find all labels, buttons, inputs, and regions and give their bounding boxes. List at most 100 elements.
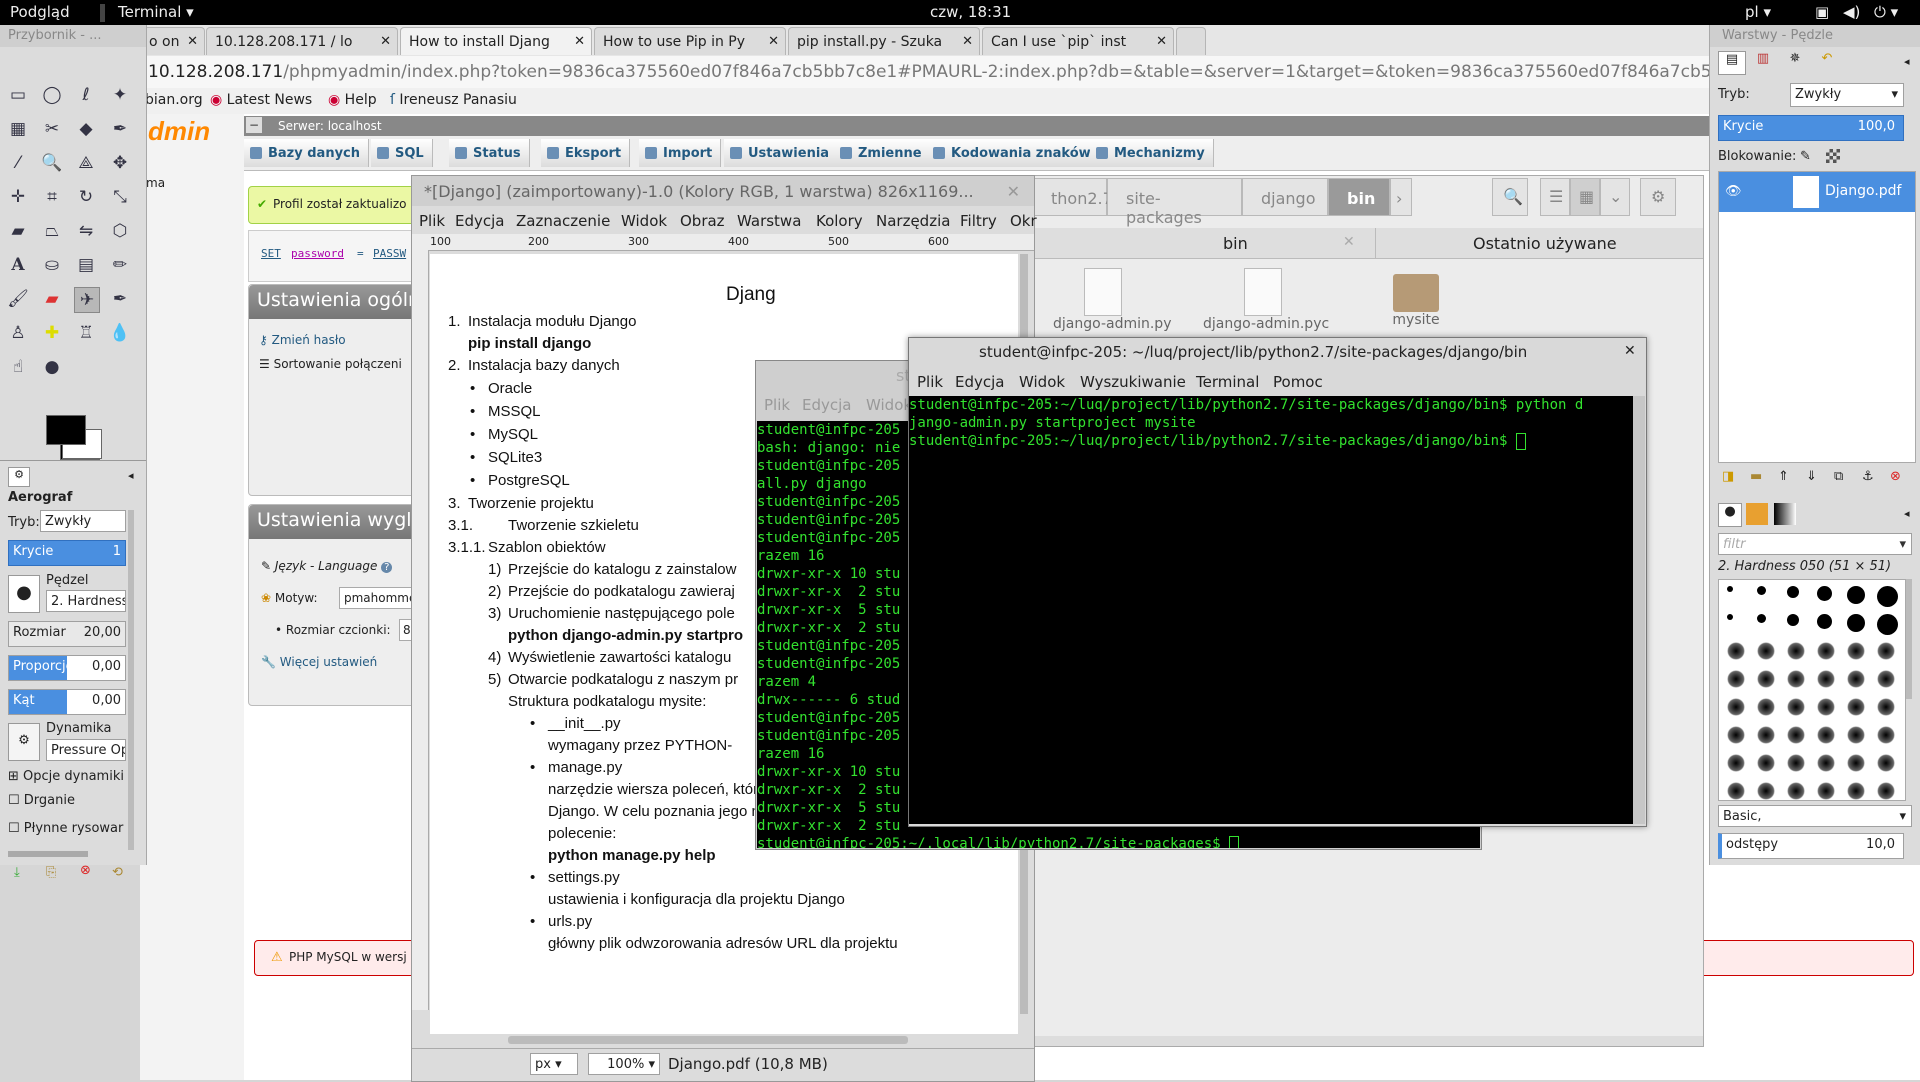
ellipse-select-icon[interactable]: ◯ — [40, 83, 64, 107]
menu-edit[interactable]: Edycja — [455, 212, 504, 230]
brush-scrollbar[interactable] — [1906, 579, 1912, 699]
new-layer-icon[interactable]: ◨ — [1722, 469, 1734, 484]
browser-tab[interactable]: 10.128.208.171 / lo ✕ — [206, 27, 398, 55]
brush-swatch[interactable] — [1817, 586, 1832, 601]
terminal-menu[interactable]: Terminal ▾ — [118, 3, 194, 21]
close-icon[interactable]: ✕ — [1624, 343, 1636, 359]
brush-preview[interactable]: ● — [8, 575, 40, 613]
shear-icon[interactable]: ▰ — [6, 219, 30, 243]
brush-filter-input[interactable]: filtr ▾ — [1718, 533, 1912, 555]
menu-file[interactable]: Plik — [764, 396, 790, 414]
restore-options-icon[interactable]: ⎘ — [46, 865, 56, 880]
brush-swatch[interactable] — [1727, 642, 1745, 660]
rect-select-icon[interactable]: ▭ — [6, 83, 30, 107]
brush-swatch[interactable] — [1877, 642, 1895, 660]
brush-swatch[interactable] — [1727, 726, 1745, 744]
clock[interactable]: czw, 18:31 — [930, 3, 1011, 21]
browser-tab-active[interactable]: How to install Djang ✕ — [400, 27, 592, 55]
brush-swatch[interactable] — [1727, 782, 1745, 800]
close-icon[interactable]: ✕ — [1343, 234, 1355, 250]
menu-help[interactable]: Pomoc — [1273, 373, 1323, 391]
dock-menu-icon[interactable]: ◂ — [128, 469, 134, 482]
size-slider[interactable]: Rozmiar 20,00 — [8, 621, 126, 647]
paths-tab-icon[interactable]: ✵ — [1782, 51, 1808, 73]
brush-swatch[interactable] — [1847, 670, 1865, 688]
breadcrumb-item-active[interactable]: bin — [1328, 178, 1390, 216]
tab-bin[interactable]: bin — [1223, 234, 1248, 253]
delete-options-icon[interactable]: ⊗ — [80, 863, 91, 878]
menu-terminal[interactable]: Terminal — [1196, 373, 1259, 391]
brush-swatch[interactable] — [1817, 726, 1835, 744]
new-tab-button[interactable] — [1176, 27, 1206, 55]
brush-swatch[interactable] — [1847, 726, 1865, 744]
scrollbar[interactable] — [128, 510, 134, 850]
brush-swatch[interactable] — [1757, 642, 1775, 660]
layer-row[interactable]: 👁 Django.pdf — [1719, 172, 1915, 212]
close-icon[interactable]: ✕ — [1007, 182, 1020, 201]
crop-icon[interactable]: ⌗ — [40, 185, 64, 209]
bookmark[interactable]: ◉ Help — [328, 92, 377, 108]
menu-layer[interactable]: Warstwa — [737, 212, 801, 230]
brush-swatch[interactable] — [1727, 754, 1745, 772]
brush-swatch[interactable] — [1757, 754, 1775, 772]
brush-swatch[interactable] — [1877, 670, 1895, 688]
brush-swatch[interactable] — [1877, 586, 1898, 607]
menu-colors[interactable]: Kolory — [816, 212, 863, 230]
breadcrumb-item[interactable]: site-packages — [1107, 178, 1242, 227]
undo-tab-icon[interactable]: ↶ — [1814, 51, 1840, 73]
brush-swatch[interactable] — [1787, 614, 1799, 626]
gear-icon[interactable]: ⚙ — [1640, 178, 1676, 216]
brush-swatch[interactable] — [1757, 698, 1775, 716]
lock-pixels-icon[interactable]: ✎ — [1800, 149, 1811, 164]
menu-filters[interactable]: Filtry — [960, 212, 997, 230]
tab-variables[interactable]: Zmienne — [834, 139, 931, 167]
pencil-icon[interactable]: ✏ — [108, 253, 132, 277]
bookmark[interactable]: bian.org — [145, 92, 203, 108]
measure-icon[interactable]: ⟁ — [74, 151, 98, 175]
file-item[interactable]: django-admin.pyc — [1203, 268, 1329, 332]
brush-swatch[interactable] — [1727, 614, 1733, 620]
menu-select[interactable]: Zaznaczenie — [516, 212, 610, 230]
brush-select[interactable]: 2. Hardness — [46, 590, 126, 612]
dock-menu-icon[interactable]: ◂ — [1904, 55, 1910, 68]
tab-sql[interactable]: SQL — [371, 139, 433, 167]
breadcrumb-item[interactable]: thon2.7 — [1033, 178, 1113, 216]
close-icon[interactable]: ✕ — [768, 34, 779, 49]
terminal-output[interactable]: student@infpc-205:~/luq/project/lib/pyth… — [909, 396, 1633, 824]
raise-layer-icon[interactable]: ⇑ — [1778, 469, 1789, 484]
browser-tab[interactable]: How to use Pip in Py ✕ — [594, 27, 786, 55]
airbrush-icon[interactable]: ✈ — [74, 287, 100, 313]
close-icon[interactable]: ✕ — [1156, 34, 1167, 49]
zoom-icon[interactable]: 🔍 — [40, 151, 64, 175]
menu-view[interactable]: Widok — [1019, 373, 1065, 391]
dock-menu-icon[interactable]: ◂ — [1904, 507, 1910, 520]
brush-swatch[interactable] — [1847, 586, 1865, 604]
brush-swatch[interactable] — [1757, 670, 1775, 688]
brush-swatch[interactable] — [1817, 754, 1835, 772]
brush-swatch[interactable] — [1787, 586, 1799, 598]
zoom-select[interactable]: 100% ▾ — [588, 1053, 660, 1075]
flip-icon[interactable]: ⇋ — [74, 219, 98, 243]
brush-swatch[interactable] — [1787, 698, 1805, 716]
horizontal-scrollbar[interactable] — [508, 1036, 908, 1044]
brush-swatch[interactable] — [1847, 698, 1865, 716]
mode-select[interactable]: Zwykły — [40, 510, 126, 532]
lock-alpha-icon[interactable] — [1826, 149, 1840, 163]
brush-swatch[interactable] — [1877, 782, 1895, 800]
menu-view[interactable]: Widok — [866, 396, 912, 414]
brush-swatch[interactable] — [1817, 614, 1832, 629]
sql-column[interactable]: password — [291, 247, 344, 260]
dynamics-select[interactable]: Pressure Op — [46, 739, 126, 761]
opacity-slider[interactable]: Krycie 1 — [8, 540, 126, 566]
move-icon[interactable]: ✥ — [108, 151, 132, 175]
fg-color[interactable] — [46, 415, 86, 445]
brush-swatch[interactable] — [1847, 782, 1865, 800]
smooth-checkbox[interactable]: ☐ Płynne rysowar — [8, 821, 123, 836]
menu-view[interactable]: Widok — [621, 212, 667, 230]
brush-swatch[interactable] — [1787, 642, 1805, 660]
brush-swatch[interactable] — [1817, 698, 1835, 716]
brush-swatch[interactable] — [1787, 726, 1805, 744]
close-icon[interactable]: ✕ — [187, 34, 198, 49]
close-icon[interactable]: ✕ — [574, 34, 585, 49]
layers-tab-icon[interactable]: ▤ — [1718, 51, 1746, 75]
